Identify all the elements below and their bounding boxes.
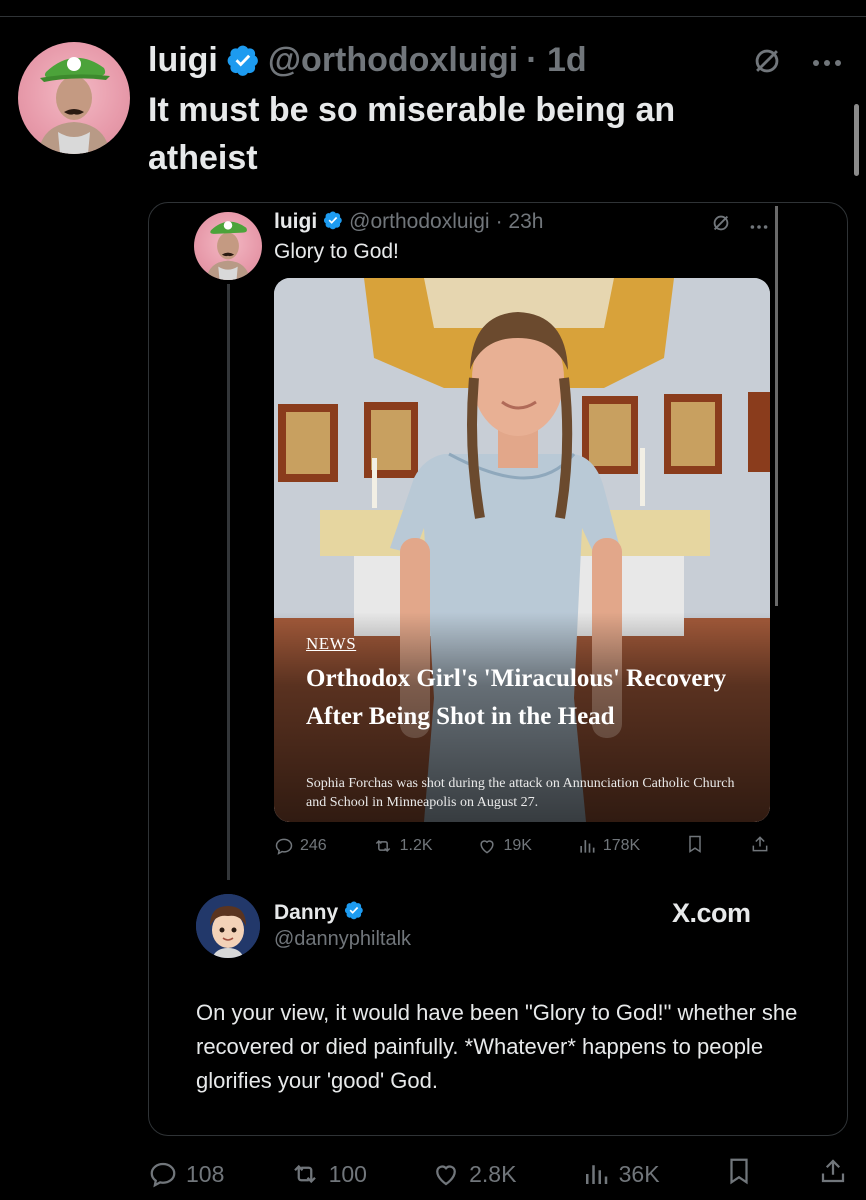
bookmark-icon[interactable] (724, 1156, 754, 1192)
site-label: X.com (672, 898, 751, 928)
verified-badge-icon (344, 900, 364, 926)
views-icon (580, 840, 595, 853)
quoted-views-button[interactable]: 178K (577, 836, 640, 856)
quoted-text: Glory to God! (274, 240, 399, 263)
tweet-time[interactable]: · 1d (526, 41, 586, 80)
news-image[interactable]: NEWS Orthodox Girl's 'Miraculous' Recove… (274, 278, 770, 822)
quoted-reply-count: 246 (300, 837, 327, 854)
views-icon (585, 1165, 607, 1184)
divider (0, 16, 866, 17)
news-headline: Orthodox Girl's 'Miraculous' Recovery Af… (306, 665, 727, 730)
verified-badge-icon (226, 43, 260, 77)
like-icon (436, 1165, 457, 1186)
reply-author: Danny (274, 900, 364, 926)
thread-line (227, 284, 230, 880)
quoted-time[interactable]: · 23h (496, 210, 544, 234)
like-icon (480, 840, 495, 854)
author-handle[interactable]: @orthodoxluigi (268, 41, 518, 80)
quoted-reply-button[interactable]: 246 (274, 836, 327, 856)
verified-badge-icon (323, 210, 343, 235)
quoted-like-button[interactable]: 19K (477, 836, 532, 856)
quoted-author-name[interactable]: luigi (274, 210, 317, 234)
reply-author-name[interactable]: Danny (274, 901, 338, 925)
quoted-action-bar: 246 1.2K 19K 178K (274, 832, 770, 860)
reply-author-handle[interactable]: @dannyphiltalk (274, 928, 411, 951)
quoted-repost-button[interactable]: 1.2K (372, 836, 433, 856)
reply-icon (150, 1162, 176, 1188)
repost-button[interactable]: 100 (289, 1159, 367, 1189)
news-tag: NEWS (306, 634, 357, 653)
repost-count: 100 (328, 1160, 367, 1187)
reply-author-avatar[interactable] (196, 894, 260, 958)
news-caption: Sophia Forchas was shot during the attac… (306, 776, 735, 810)
repost-icon (375, 839, 390, 853)
like-count: 2.8K (469, 1160, 517, 1187)
reply-icon (275, 838, 293, 855)
quoted-like-count: 19K (503, 837, 532, 854)
quoted-author-avatar[interactable] (194, 212, 262, 280)
tweet-header: luigi @orthodoxluigi · 1d (148, 40, 587, 80)
author-name[interactable]: luigi (148, 41, 218, 80)
quoted-repost-count: 1.2K (399, 837, 433, 854)
reply-count: 108 (186, 1160, 225, 1187)
more-icon[interactable] (750, 217, 768, 235)
scrollbar[interactable] (854, 104, 859, 176)
author-avatar[interactable] (18, 42, 130, 154)
repost-icon (293, 1164, 316, 1184)
quoted-scrollbar[interactable] (775, 206, 778, 606)
tweet-action-bar: 108 100 2.8K 36K (148, 1156, 848, 1192)
share-icon[interactable] (818, 1156, 848, 1192)
tweet-text: It must be so miserable being an atheist (148, 91, 676, 177)
grok-icon[interactable] (750, 44, 784, 83)
views-button[interactable]: 36K (581, 1159, 660, 1189)
tweet-top-actions (750, 44, 842, 83)
bookmark-icon[interactable] (685, 834, 705, 859)
grok-icon[interactable] (710, 212, 732, 239)
quoted-author-handle[interactable]: @orthodoxluigi (349, 210, 489, 234)
reply-button[interactable]: 108 (148, 1159, 224, 1189)
more-icon[interactable] (812, 55, 842, 73)
quoted-header: luigi @orthodoxluigi · 23h (274, 208, 543, 236)
share-icon[interactable] (750, 834, 770, 859)
view-count: 36K (618, 1160, 660, 1187)
quoted-view-count: 178K (602, 837, 641, 854)
reply-text: On your view, it would have been "Glory … (196, 1000, 798, 1093)
quoted-top-actions (710, 212, 768, 239)
like-button[interactable]: 2.8K (431, 1159, 516, 1189)
